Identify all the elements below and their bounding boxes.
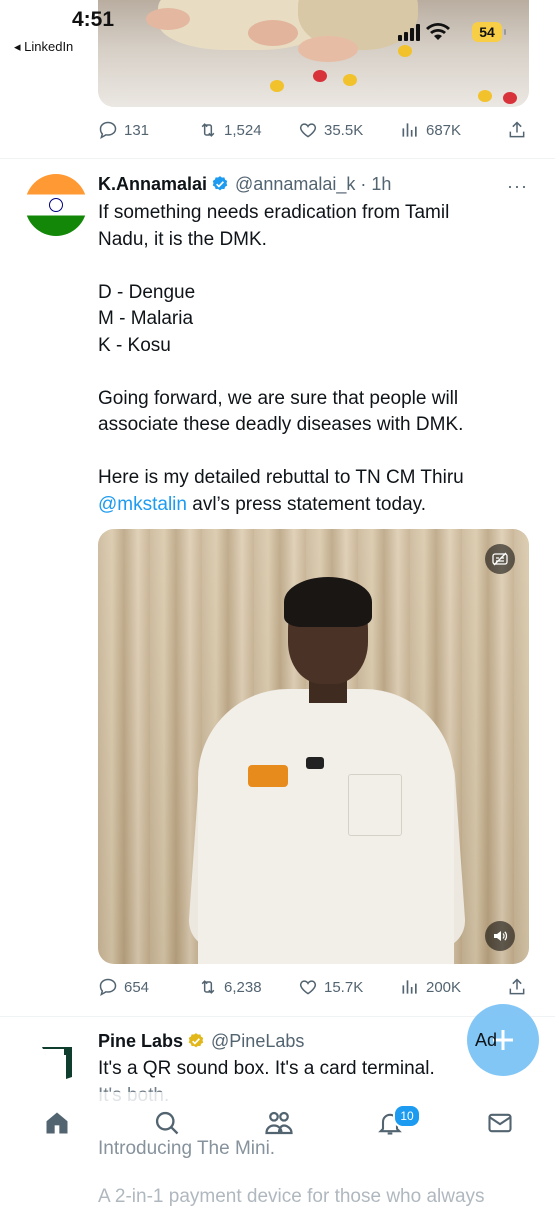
image-detail <box>503 92 517 104</box>
promoted-line: Introducing The Mini. <box>98 1138 276 1159</box>
promoted-line: A 2-in-1 payment device for those who al… <box>98 1186 485 1207</box>
views-count: 687K <box>426 121 462 139</box>
ashoka-chakra-icon <box>49 198 63 212</box>
nav-communities[interactable] <box>264 1108 294 1138</box>
views-button[interactable]: 687K <box>400 117 461 143</box>
nav-messages[interactable] <box>485 1108 515 1138</box>
like-count: 15.7K <box>324 978 364 996</box>
divider <box>0 158 555 159</box>
author-name[interactable]: K.Annamalai <box>98 174 207 195</box>
tweet-text: If something needs eradication from Tami… <box>98 200 538 518</box>
video-figure <box>306 757 324 769</box>
captions-button[interactable] <box>485 544 515 574</box>
image-detail <box>313 70 327 82</box>
views-icon <box>402 980 417 994</box>
tweet-line: If something needs eradication from Tami… <box>98 202 450 223</box>
views-icon <box>402 123 417 137</box>
views-count: 200K <box>426 978 462 996</box>
reply-button[interactable]: 131 <box>98 117 149 143</box>
image-detail <box>270 80 284 92</box>
promoted-author-name[interactable]: Pine Labs <box>98 1031 183 1052</box>
previous-tweet-image[interactable] <box>98 0 529 107</box>
volume-button[interactable] <box>485 921 515 951</box>
reply-icon <box>99 978 117 997</box>
tweet-header: K.Annamalai @annamalai_k · 1h <box>98 172 391 196</box>
search-icon <box>155 1111 179 1135</box>
repost-icon <box>201 980 215 994</box>
share-icon <box>509 121 525 138</box>
share-button[interactable] <box>507 974 527 1000</box>
battery-indicator: 54 <box>472 22 506 42</box>
nav-search[interactable] <box>152 1108 182 1138</box>
tweet-line: Here is my detailed rebuttal to TN CM Th… <box>98 467 464 488</box>
bottom-navigation <box>0 1092 555 1158</box>
previous-tweet-actions: 131 1,524 35.5K 687K <box>98 117 529 143</box>
image-detail <box>398 45 412 57</box>
views-button[interactable]: 200K <box>400 974 461 1000</box>
tweet-line: associate these deadly diseases with DMK… <box>98 414 464 435</box>
gold-verified-badge-icon <box>188 1033 204 1048</box>
repost-count: 1,524 <box>224 121 262 139</box>
signal-wifi-icon <box>398 23 450 41</box>
share-icon <box>509 978 525 995</box>
image-detail <box>343 74 357 86</box>
like-button[interactable]: 15.7K <box>298 974 363 1000</box>
nav-home[interactable] <box>42 1108 72 1138</box>
image-detail <box>478 90 492 102</box>
image-detail <box>298 36 358 62</box>
video-figure <box>198 689 454 964</box>
ad-label: Ad <box>475 1030 498 1050</box>
repost-icon <box>201 123 215 137</box>
like-button[interactable]: 35.5K <box>298 117 363 143</box>
repost-button[interactable]: 6,238 <box>198 974 262 1000</box>
mention-link[interactable]: @mkstalin <box>98 494 187 515</box>
divider <box>0 1016 555 1017</box>
tweet-line-rest: avl’s press statement today. <box>186 493 427 515</box>
video-figure <box>284 577 372 627</box>
heart-icon <box>299 980 317 995</box>
more-options-icon[interactable]: ··· <box>507 176 528 197</box>
back-to-linkedin-link[interactable]: ◂ LinkedIn <box>14 39 73 55</box>
home-icon <box>46 1112 68 1134</box>
video-figure <box>248 765 288 787</box>
reply-count: 131 <box>124 121 150 139</box>
tweet-line: Nadu, it is the DMK. <box>98 228 267 250</box>
share-button[interactable] <box>507 117 527 143</box>
volume-icon <box>494 931 508 941</box>
video-figure <box>348 774 402 836</box>
communities-icon <box>265 1111 293 1135</box>
verified-badge-icon <box>212 176 228 191</box>
status-time: 4:51 <box>72 8 115 31</box>
mail-icon <box>488 1113 512 1133</box>
pine-labs-logo-icon[interactable] <box>40 1045 74 1079</box>
promoted-handle[interactable]: @PineLabs <box>211 1031 304 1052</box>
reply-icon <box>99 121 117 140</box>
like-count: 35.5K <box>324 121 364 139</box>
heart-icon <box>299 123 317 138</box>
repost-count: 6,238 <box>224 978 262 996</box>
image-detail <box>146 8 190 30</box>
tweet-line: @mkstalin avl’s press statement today. <box>98 492 538 519</box>
image-detail <box>248 20 298 46</box>
repost-button[interactable]: 1,524 <box>198 117 262 143</box>
reply-button[interactable]: 654 <box>98 974 149 1000</box>
notifications-count-badge: 10 <box>393 1104 421 1128</box>
tweet-line: K - Kosu <box>98 334 171 356</box>
avatar[interactable] <box>25 174 87 236</box>
reply-count: 654 <box>124 978 150 996</box>
tweet-line: M - Malaria <box>98 308 194 329</box>
promoted-header: Pine Labs @PineLabs <box>98 1029 304 1053</box>
tweet-line: Going forward, we are sure that people w… <box>98 387 459 409</box>
tweet-video[interactable] <box>98 529 529 964</box>
captions-icon <box>492 552 508 566</box>
tweet-actions: 654 6,238 15.7K 200K <box>98 974 529 1000</box>
author-handle-time[interactable]: @annamalai_k · 1h <box>235 174 391 195</box>
promoted-line: It's a QR sound box. It's a card termina… <box>98 1058 435 1079</box>
tweet-line: D - Dengue <box>98 281 196 303</box>
